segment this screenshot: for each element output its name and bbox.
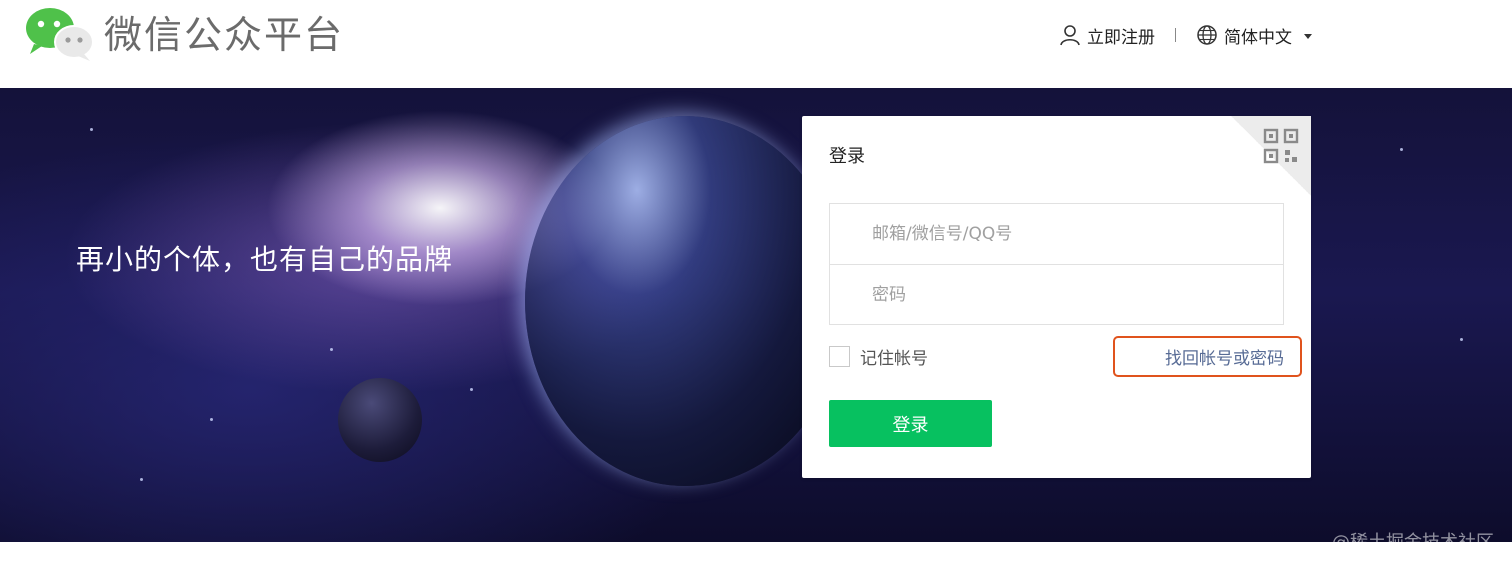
star xyxy=(330,348,333,351)
find-account-label: 找回帐号或密码 xyxy=(1165,349,1284,369)
credentials-group xyxy=(829,203,1284,325)
top-nav: 立即注册 简体中文 xyxy=(1059,18,1312,52)
star xyxy=(210,418,213,421)
find-account-link[interactable]: 找回帐号或密码 xyxy=(1113,336,1302,377)
remember-label: 记住帐号 xyxy=(860,349,928,369)
star xyxy=(90,128,93,131)
banner-slogan: 再小的个体，也有自己的品牌 xyxy=(76,243,454,276)
wechat-logo-icon[interactable] xyxy=(24,6,94,62)
star xyxy=(140,478,143,481)
caret-down-icon xyxy=(1304,33,1312,39)
password-input[interactable] xyxy=(872,265,1283,324)
login-button[interactable]: 登录 xyxy=(829,400,992,447)
account-input[interactable] xyxy=(872,204,1283,264)
star xyxy=(1460,338,1463,341)
globe-icon xyxy=(1197,25,1217,45)
user-icon xyxy=(1060,25,1080,46)
qr-code-icon xyxy=(1263,128,1299,164)
register-link[interactable]: 立即注册 xyxy=(1059,23,1155,48)
account-row xyxy=(830,204,1283,264)
nav-divider xyxy=(1175,28,1176,42)
qr-login-corner[interactable] xyxy=(1231,116,1311,196)
brand-title: 微信公众平台 xyxy=(104,13,345,57)
moon-illustration xyxy=(338,378,422,462)
login-card: 登录 记住帐号 找回帐号或密码 登录 xyxy=(802,116,1311,478)
planet-illustration xyxy=(525,116,845,486)
remember-account[interactable]: 记住帐号 xyxy=(829,344,928,369)
login-title: 登录 xyxy=(829,146,865,167)
remember-checkbox[interactable] xyxy=(829,346,850,367)
watermark-text: @稀土掘金技术社区 xyxy=(1332,532,1494,553)
language-label: 简体中文 xyxy=(1224,27,1292,48)
language-selector[interactable]: 简体中文 xyxy=(1196,23,1312,48)
top-header: 微信公众平台 立即注册 简体中文 xyxy=(0,0,1512,88)
register-label: 立即注册 xyxy=(1087,27,1155,48)
star xyxy=(1400,148,1403,151)
password-row xyxy=(830,264,1283,324)
star xyxy=(470,388,473,391)
